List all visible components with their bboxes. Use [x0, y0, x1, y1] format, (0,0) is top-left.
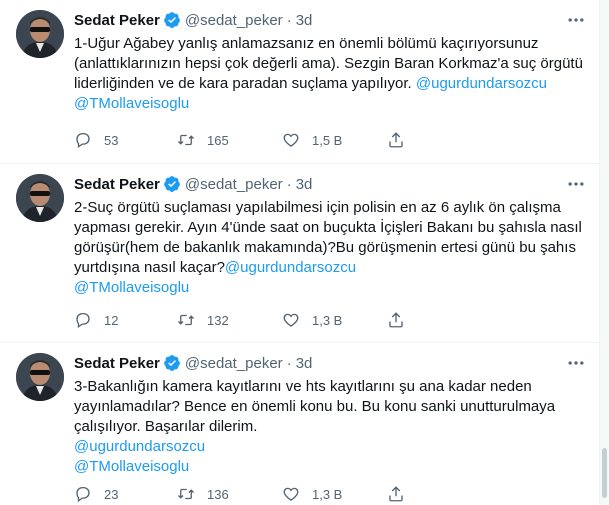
share-button[interactable] [387, 484, 405, 504]
timestamp[interactable]: 3d [296, 176, 313, 193]
reply-button[interactable]: 23 [74, 484, 118, 504]
separator-dot: · [286, 175, 292, 193]
text-segment: liderliğinden ve de kara paradan suçlama… [74, 75, 416, 92]
retweet-icon [178, 488, 194, 500]
tweet-text-line: (anlattıklarınızın hepsi çok değerli ama… [74, 54, 583, 74]
tweet-actions: 53 165 1,5 B [74, 130, 574, 150]
retweet-icon [178, 314, 194, 326]
avatar[interactable] [16, 174, 64, 222]
mention-link[interactable]: @ugurdundarsozcu [225, 259, 356, 276]
retweet-button[interactable]: 165 [177, 130, 229, 150]
tweet-text-line: @ugurdundarsozcu [74, 437, 574, 457]
tweet-header: Sedat Peker @sedat_peker · 3d [74, 174, 312, 194]
reply-count: 12 [104, 312, 119, 328]
like-button[interactable]: 1,3 B [282, 310, 342, 330]
more-options-icon[interactable] [566, 353, 586, 373]
tweet-text-line: liderliğinden ve de kara paradan suçlama… [74, 74, 574, 94]
avatar[interactable] [16, 10, 64, 58]
tweet-text-line: @TMollaveisoglu [74, 94, 574, 114]
mention-link[interactable]: @TMollaveisoglu [74, 279, 189, 296]
tweet[interactable]: Sedat Peker @sedat_peker · 3d 2-Suç örgü… [0, 164, 600, 343]
like-button[interactable]: 1,3 B [282, 484, 342, 504]
tweet-text-line: 1-Uğur Ağabey yanlış anlamazsanız en öne… [74, 34, 574, 54]
separator-dot: · [286, 354, 292, 372]
author-name[interactable]: Sedat Peker [74, 176, 160, 193]
reply-icon [76, 312, 90, 329]
scrollbar-thumb[interactable] [602, 448, 607, 498]
tweet-text-line: 3-Bakanlığın kamera kayıtlarını ve hts k… [74, 377, 574, 397]
share-icon [389, 486, 403, 502]
separator-dot: · [286, 11, 292, 29]
tweet-actions: 23 136 1,3 B [74, 484, 574, 504]
text-segment: (anlattıklarınızın hepsi çok değerli ama… [74, 55, 583, 72]
tweet-text-line: 2-Suç örgütü suçlaması yapılabilmesi içi… [74, 198, 574, 218]
reply-count: 23 [104, 486, 119, 502]
heart-icon [283, 487, 299, 501]
text-segment: yurtdışına nasıl kaçar? [74, 259, 225, 276]
reply-icon [76, 486, 90, 503]
reply-count: 53 [104, 132, 119, 148]
tweet-header: Sedat Peker @sedat_peker · 3d [74, 10, 312, 30]
mention-link[interactable]: @TMollaveisoglu [74, 458, 189, 475]
tweet[interactable]: Sedat Peker @sedat_peker · 3d 3-Bakanlığ… [0, 343, 600, 505]
tweet-text-line: @TMollaveisoglu [74, 457, 574, 477]
retweet-count: 132 [207, 312, 229, 328]
like-count: 1,3 B [312, 312, 343, 328]
text-segment: 2-Suç örgütü suçlaması yapılabilmesi içi… [74, 199, 561, 216]
share-button[interactable] [387, 310, 405, 330]
tweet-header: Sedat Peker @sedat_peker · 3d [74, 353, 312, 373]
author-handle[interactable]: @sedat_peker [185, 12, 283, 29]
reply-icon [76, 132, 90, 149]
like-count: 1,3 B [312, 486, 343, 502]
tweet-text-line: yayınlamadılar? Bence en önemli konu bu.… [74, 397, 574, 417]
tweet-actions: 12 132 1,3 B [74, 310, 574, 330]
tweet-text-line: çalışılıyor. Başarılar dilerim. [74, 417, 574, 437]
retweet-button[interactable]: 132 [177, 310, 229, 330]
more-options-icon[interactable] [566, 174, 586, 194]
text-segment: görüşür(hem de bakanlık makamında)?Bu gö… [74, 239, 576, 256]
text-segment: 3-Bakanlığın kamera kayıtlarını ve hts k… [74, 378, 532, 395]
tweet-text-line: yurtdışına nasıl kaçar?@ugurdundarsozcu [74, 258, 574, 278]
share-icon [389, 312, 403, 328]
text-segment: çalışılıyor. Başarılar dilerim. [74, 418, 258, 435]
heart-icon [283, 313, 299, 327]
reply-button[interactable]: 12 [74, 310, 118, 330]
verified-badge-icon [164, 355, 180, 371]
timestamp[interactable]: 3d [296, 355, 313, 372]
verified-badge-icon [164, 12, 180, 28]
tweet-text-line: görüşür(hem de bakanlık makamında)?Bu gö… [74, 238, 576, 258]
mention-link[interactable]: @ugurdundarsozcu [74, 438, 205, 455]
retweet-count: 136 [207, 486, 229, 502]
timestamp[interactable]: 3d [296, 12, 313, 29]
reply-button[interactable]: 53 [74, 130, 118, 150]
text-segment: 1-Uğur Ağabey yanlış anlamazsanız en öne… [74, 35, 539, 52]
tweet[interactable]: Sedat Peker @sedat_peker · 3d 1-Uğur Ağa… [0, 0, 600, 164]
author-handle[interactable]: @sedat_peker [185, 355, 283, 372]
like-button[interactable]: 1,5 B [282, 130, 342, 150]
mention-link[interactable]: @TMollaveisoglu [74, 95, 189, 112]
text-segment: yayınlamadılar? Bence en önemli konu bu.… [74, 398, 556, 415]
timeline-feed: Sedat Peker @sedat_peker · 3d 1-Uğur Ağa… [0, 0, 600, 505]
author-name[interactable]: Sedat Peker [74, 12, 160, 29]
retweet-button[interactable]: 136 [177, 484, 229, 504]
scrollbar[interactable] [600, 0, 609, 505]
text-segment: yapması gerekir. Ayın 4'ünde saat on buç… [74, 219, 582, 236]
share-button[interactable] [387, 130, 405, 150]
more-options-icon[interactable] [566, 10, 586, 30]
tweet-text-line: @TMollaveisoglu [74, 278, 574, 298]
share-icon [389, 132, 403, 148]
tweet-text-line: yapması gerekir. Ayın 4'ünde saat on buç… [74, 218, 582, 238]
avatar[interactable] [16, 353, 64, 401]
author-name[interactable]: Sedat Peker [74, 355, 160, 372]
tweet-text: 1-Uğur Ağabey yanlış anlamazsanız en öne… [74, 34, 583, 114]
like-count: 1,5 B [312, 132, 343, 148]
tweet-text: 3-Bakanlığın kamera kayıtlarını ve hts k… [74, 377, 574, 477]
retweet-icon [178, 134, 194, 146]
author-handle[interactable]: @sedat_peker [185, 176, 283, 193]
tweet-text: 2-Suç örgütü suçlaması yapılabilmesi içi… [74, 198, 582, 298]
retweet-count: 165 [207, 132, 229, 148]
verified-badge-icon [164, 176, 180, 192]
heart-icon [283, 133, 299, 147]
mention-link[interactable]: @ugurdundarsozcu [416, 75, 547, 92]
